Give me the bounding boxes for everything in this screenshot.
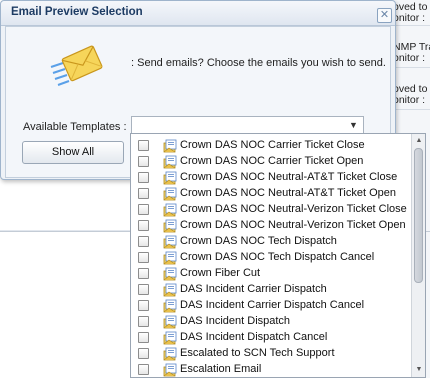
- email-template-icon: [163, 139, 177, 153]
- email-template-icon: [163, 251, 177, 265]
- email-template-icon: [163, 331, 177, 345]
- templates-select[interactable]: ▼: [131, 116, 364, 134]
- close-icon[interactable]: ✕: [377, 8, 392, 23]
- chevron-down-icon[interactable]: ▼: [347, 119, 360, 131]
- template-checkbox[interactable]: [138, 140, 149, 151]
- template-option[interactable]: Crown DAS NOC Carrier Ticket Open: [131, 154, 409, 170]
- email-template-icon: [163, 299, 177, 313]
- template-checkbox[interactable]: [138, 188, 149, 199]
- template-option[interactable]: DAS Incident Carrier Dispatch Cancel: [131, 298, 409, 314]
- template-option-label: DAS Incident Carrier Dispatch: [180, 283, 327, 295]
- dropdown-scrollbar[interactable]: ▲ ▼: [411, 134, 425, 377]
- template-option-label: Crown DAS NOC Neutral-Verizon Ticket Ope…: [180, 219, 406, 231]
- template-option-label: Crown Fiber Cut: [180, 267, 261, 279]
- dialog-message: : Send emails? Choose the emails you wis…: [131, 57, 386, 69]
- template-option[interactable]: Crown DAS NOC Tech Dispatch: [131, 234, 409, 250]
- scroll-down-icon[interactable]: ▼: [413, 365, 425, 375]
- template-checkbox[interactable]: [138, 316, 149, 327]
- email-template-icon: [163, 347, 177, 361]
- scrollbar-thumb[interactable]: [414, 148, 423, 283]
- template-option-label: Crown DAS NOC Carrier Ticket Close: [180, 139, 365, 151]
- email-template-icon: [163, 155, 177, 169]
- template-checkbox[interactable]: [138, 364, 149, 375]
- template-option-label: Crown DAS NOC Neutral-AT&T Ticket Close: [180, 171, 398, 183]
- template-option[interactable]: Crown DAS NOC Neutral-Verizon Ticket Clo…: [131, 202, 409, 218]
- email-template-icon: [163, 219, 177, 233]
- template-checkbox[interactable]: [138, 156, 149, 167]
- template-checkbox[interactable]: [138, 252, 149, 263]
- email-template-icon: [163, 363, 177, 377]
- email-template-icon: [163, 203, 177, 217]
- email-template-icon: [163, 283, 177, 297]
- template-checkbox[interactable]: [138, 268, 149, 279]
- email-template-icon: [163, 235, 177, 249]
- template-option-label: Crown DAS NOC Tech Dispatch Cancel: [180, 251, 375, 263]
- email-template-icon: [163, 187, 177, 201]
- template-checkbox[interactable]: [138, 220, 149, 231]
- template-checkbox[interactable]: [138, 332, 149, 343]
- template-option[interactable]: Crown DAS NOC Neutral-AT&T Ticket Close: [131, 170, 409, 186]
- template-option[interactable]: DAS Incident Carrier Dispatch: [131, 282, 409, 298]
- background-divider: [0, 230, 136, 231]
- template-option-label: DAS Incident Dispatch Cancel: [180, 331, 328, 343]
- template-option-label: Crown DAS NOC Tech Dispatch: [180, 235, 337, 247]
- dialog-title: Email Preview Selection: [11, 6, 143, 18]
- template-option[interactable]: Crown Fiber Cut: [131, 266, 409, 282]
- template-option-label: Crown DAS NOC Neutral-Verizon Ticket Clo…: [180, 203, 407, 215]
- template-option[interactable]: Escalated to SCN Tech Support: [131, 346, 409, 362]
- template-option-label: DAS Incident Dispatch: [180, 315, 291, 327]
- template-option-label: Escalation Email: [180, 363, 262, 375]
- template-option[interactable]: Escalation Email: [131, 362, 409, 377]
- template-option-label: Escalated to SCN Tech Support: [180, 347, 335, 359]
- template-option-label: Crown DAS NOC Carrier Ticket Open: [180, 155, 364, 167]
- template-checkbox[interactable]: [138, 236, 149, 247]
- scroll-up-icon[interactable]: ▲: [413, 136, 425, 146]
- template-option[interactable]: DAS Incident Dispatch: [131, 314, 409, 330]
- template-checkbox[interactable]: [138, 300, 149, 311]
- template-option[interactable]: Crown DAS NOC Carrier Ticket Close: [131, 138, 409, 154]
- email-template-icon: [163, 267, 177, 281]
- template-checkbox[interactable]: [138, 204, 149, 215]
- template-option-label: DAS Incident Carrier Dispatch Cancel: [180, 299, 365, 311]
- template-checkbox[interactable]: [138, 172, 149, 183]
- template-option-label: Crown DAS NOC Neutral-AT&T Ticket Open: [180, 187, 396, 199]
- dialog-titlebar[interactable]: Email Preview Selection ✕: [1, 1, 395, 26]
- email-template-icon: [163, 315, 177, 329]
- template-option[interactable]: Crown DAS NOC Tech Dispatch Cancel: [131, 250, 409, 266]
- show-all-button[interactable]: Show All: [22, 141, 124, 164]
- email-template-icon: [163, 171, 177, 185]
- templates-dropdown-list[interactable]: Crown DAS NOC Carrier Ticket Close Crown …: [130, 133, 426, 378]
- template-option[interactable]: Crown DAS NOC Neutral-AT&T Ticket Open: [131, 186, 409, 202]
- envelope-icon: [50, 45, 103, 86]
- template-checkbox[interactable]: [138, 348, 149, 359]
- template-option[interactable]: DAS Incident Dispatch Cancel: [131, 330, 409, 346]
- template-option[interactable]: Crown DAS NOC Neutral-Verizon Ticket Ope…: [131, 218, 409, 234]
- template-checkbox[interactable]: [138, 284, 149, 295]
- available-templates-label: Available Templates :: [23, 121, 127, 133]
